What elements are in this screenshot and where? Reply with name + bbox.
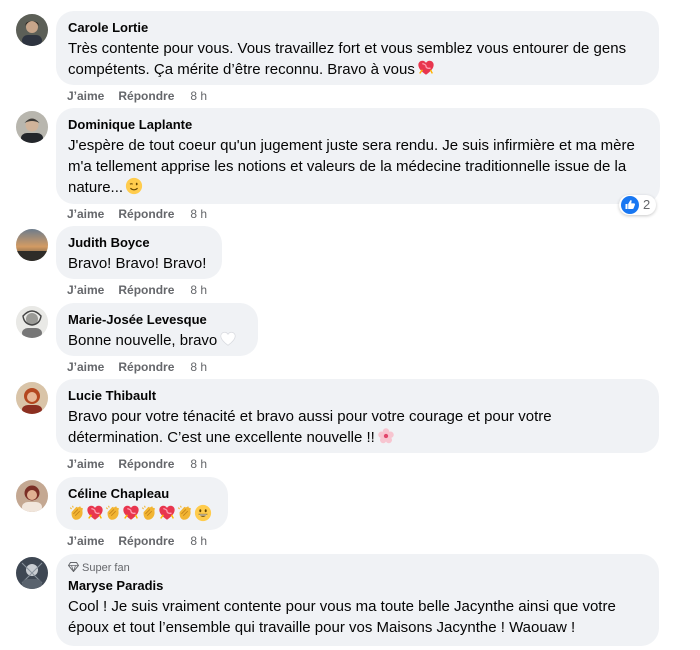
comment-bubble: Judith Boyce Bravo! Bravo! Bravo! — [56, 226, 222, 279]
reaction-count[interactable]: 2 — [619, 195, 657, 215]
clapping-hands-icon — [68, 504, 86, 522]
comment-bubble: Céline Chapleau — [56, 477, 228, 530]
comment-text: Bravo pour votre ténacité et bravo aussi… — [68, 408, 552, 446]
comment-actions: J’aime Répondre 8 h — [67, 282, 207, 298]
white-heart-icon — [219, 330, 237, 348]
comment-author[interactable]: Céline Chapleau — [68, 485, 216, 502]
comment-actions: J’aime Répondre 8 h — [67, 88, 207, 104]
avatar[interactable] — [16, 382, 48, 414]
clapping-hands-icon — [140, 504, 158, 522]
clapping-hands-icon — [104, 504, 122, 522]
avatar[interactable] — [16, 480, 48, 512]
like-button[interactable]: J’aime — [67, 360, 104, 374]
comment-text: Cool ! Je suis vraiment contente pour vo… — [68, 598, 616, 636]
comment-bubble: Marie-Josée Levesque Bonne nouvelle, bra… — [56, 303, 258, 356]
like-button[interactable]: J’aime — [67, 89, 104, 103]
heart-ribbon-icon — [86, 504, 104, 522]
comment-text: J'espère de tout coeur qu'un jugement ju… — [68, 137, 635, 196]
comment-feed: Carole Lortie Très contente pour vous. V… — [0, 0, 700, 650]
like-button[interactable]: J’aime — [67, 457, 104, 471]
comment-actions: J’aime Répondre 8 h — [67, 456, 207, 472]
like-button[interactable]: J’aime — [67, 207, 104, 221]
comment-timestamp[interactable]: 8 h — [190, 283, 207, 297]
diamond-icon — [67, 562, 80, 573]
comment-timestamp[interactable]: 8 h — [190, 457, 207, 471]
heart-ribbon-icon — [417, 59, 435, 77]
grinning-face-icon — [194, 504, 212, 522]
like-button[interactable]: J’aime — [67, 283, 104, 297]
avatar[interactable] — [16, 306, 48, 338]
comment-author[interactable]: Judith Boyce — [68, 234, 210, 251]
clapping-hands-icon — [176, 504, 194, 522]
comment-timestamp[interactable]: 8 h — [190, 360, 207, 374]
avatar[interactable] — [16, 111, 48, 143]
comment-text: Bonne nouvelle, bravo — [68, 330, 246, 351]
reply-button[interactable]: Répondre — [118, 457, 174, 471]
comment-bubble: Lucie Thibault Bravo pour votre ténacité… — [56, 379, 659, 453]
comment-actions: J’aime Répondre 8 h — [67, 359, 207, 375]
reply-button[interactable]: Répondre — [118, 89, 174, 103]
reply-button[interactable]: Répondre — [118, 283, 174, 297]
emoji-sequence — [68, 504, 216, 525]
comment-text: Bravo! Bravo! Bravo! — [68, 255, 207, 272]
comment-actions: J’aime Répondre 8 h — [67, 206, 207, 222]
reply-button[interactable]: Répondre — [118, 360, 174, 374]
avatar[interactable] — [16, 229, 48, 261]
comment-author[interactable]: Maryse Paradis — [68, 577, 647, 594]
comment-timestamp[interactable]: 8 h — [190, 534, 207, 548]
reply-button[interactable]: Répondre — [118, 534, 174, 548]
comment-author[interactable]: Marie-Josée Levesque — [68, 311, 246, 328]
comment-timestamp[interactable]: 8 h — [190, 207, 207, 221]
reaction-count-value: 2 — [643, 197, 651, 212]
super-fan-badge[interactable]: Super fan — [67, 561, 647, 575]
heart-ribbon-icon — [122, 504, 140, 522]
heart-ribbon-icon — [158, 504, 176, 522]
winking-face-icon — [125, 177, 143, 195]
comment-author[interactable]: Carole Lortie — [68, 19, 647, 36]
avatar[interactable] — [16, 557, 48, 589]
comment-text: Très contente pour vous. Vous travaillez… — [68, 40, 627, 78]
comment-timestamp[interactable]: 8 h — [190, 89, 207, 103]
comment-actions: J’aime Répondre 8 h — [67, 533, 207, 549]
like-button[interactable]: J’aime — [67, 534, 104, 548]
avatar[interactable] — [16, 14, 48, 46]
comment-author[interactable]: Dominique Laplante — [68, 116, 648, 133]
reply-button[interactable]: Répondre — [118, 207, 174, 221]
like-icon — [621, 196, 643, 214]
comment-bubble: Dominique Laplante J'espère de tout coeu… — [56, 108, 660, 204]
comment-author[interactable]: Lucie Thibault — [68, 387, 647, 404]
cherry-blossom-icon — [377, 427, 395, 445]
comment-bubble: Super fan Maryse Paradis Cool ! Je suis … — [56, 554, 659, 646]
comment-bubble: Carole Lortie Très contente pour vous. V… — [56, 11, 659, 85]
